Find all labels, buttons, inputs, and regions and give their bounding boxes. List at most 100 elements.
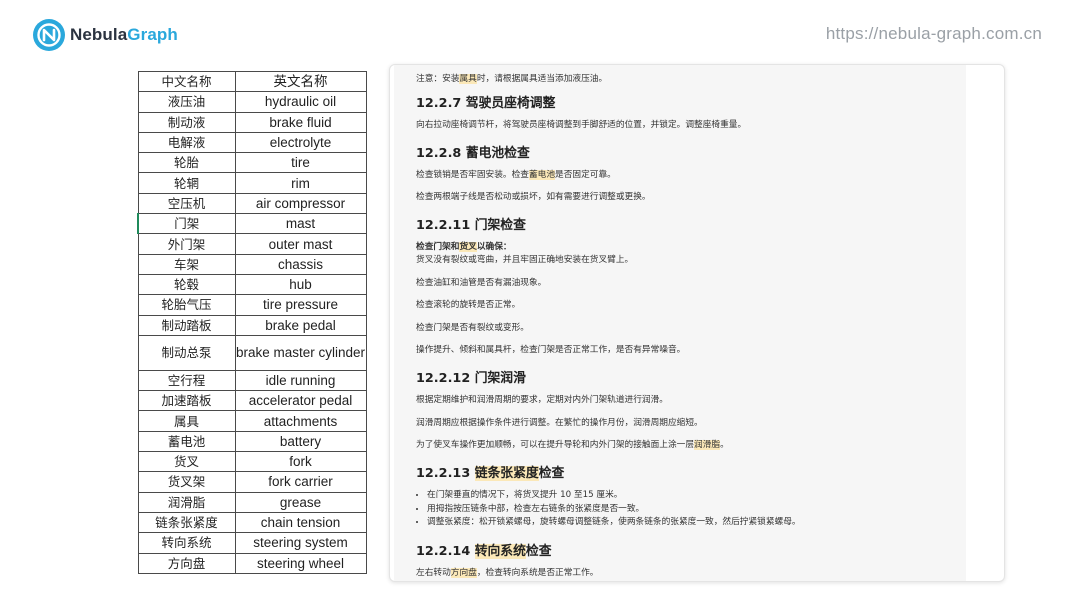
nebula-logo-icon: [33, 19, 65, 51]
column-header-en: 英文名称: [234, 70, 367, 93]
term-en: attachments: [234, 410, 367, 432]
term-en: brake fluid: [234, 111, 367, 133]
term-cn: 液压油: [137, 91, 236, 113]
text-span: ，检查转向系统是否正常工作。: [476, 567, 599, 578]
brand-logo: NebulaGraph: [32, 17, 178, 53]
column-header-cn: 中文名称: [137, 70, 236, 93]
table-row: 外门架 outer mast: [137, 233, 367, 255]
highlight: 属具: [459, 74, 477, 84]
list-item: 在门架垂直的情况下，将货叉提升 10 至15 厘米。: [427, 489, 964, 503]
section-heading: 12.2.13 链条张紧度检查: [416, 466, 964, 482]
paragraph: 货叉没有裂纹或弯曲，并且牢固正确地安装在货叉臂上。: [416, 255, 634, 265]
term-en: idle running: [234, 369, 367, 392]
text-span: 左右转动: [416, 567, 451, 578]
table-row: 制动踏板 brake pedal: [137, 314, 367, 336]
highlight: 转向系统: [474, 543, 526, 559]
term-cn: 货叉: [137, 451, 236, 473]
term-en: brake master cylinder: [234, 334, 367, 371]
table-row: 液压油 hydraulic oil: [137, 91, 367, 113]
term-en: fork: [234, 451, 367, 473]
bullet-list: 在门架垂直的情况下，将货叉提升 10 至15 厘米。 用拇指按压链条中部，检查左…: [416, 489, 964, 530]
term-en: chain tension: [234, 511, 367, 534]
section-heading: 12.2.14 转向系统检查: [416, 543, 964, 560]
text-span: 时，请根据属具适当添加液压油。: [476, 74, 608, 84]
table-row: 轮毂 hub: [137, 273, 367, 296]
table-row: 货叉 fork: [137, 451, 367, 473]
text-span: 检查: [525, 543, 552, 559]
term-cn: 属具: [137, 410, 236, 432]
table-row: 转向系统 steering system: [137, 532, 367, 554]
term-cn: 货叉架: [137, 471, 236, 493]
paragraph: 操作提升、倾斜和属具杆，检查门架是否正常工作，是否有异常噪音。: [416, 345, 686, 355]
install-note: 注意：安装属具时，请根据属具适当添加液压油。: [416, 73, 964, 86]
paragraph: 左右转动方向盘，检查转向系统是否正常工作。: [416, 567, 964, 580]
term-en: battery: [234, 430, 367, 453]
section-heading: 12.2.8 蓄电池检查: [416, 145, 530, 161]
table-row: 蓄电池 battery: [137, 430, 367, 453]
term-cn: 加速踏板: [137, 390, 236, 412]
paragraph: 检查两根端子线是否松动或损坏，如有需要进行调整或更换。: [416, 192, 651, 202]
paragraph: 检查锁销是否牢固安装。检查蓄电池是否固定可靠。: [416, 169, 964, 182]
term-en: air compressor: [234, 192, 367, 215]
section-heading: 12.2.7 驾驶员座椅调整: [416, 95, 556, 111]
table-row: 方向盘 steering wheel: [137, 552, 367, 574]
text-span: 为了使叉车操作更加顺畅，可以在提升导轮和内外门架的接触面上涂一层: [416, 440, 694, 450]
logo-text: NebulaGraph: [70, 25, 178, 45]
text-span: 检查: [538, 466, 565, 481]
table-row: 链条张紧度 chain tension: [137, 511, 367, 534]
term-en: outer mast: [234, 233, 367, 255]
table-row: 轮辋 rim: [137, 172, 367, 194]
term-cn: 转向系统: [137, 532, 236, 554]
term-cn: 电解液: [137, 131, 236, 154]
term-cn: 链条张紧度: [137, 511, 236, 534]
paragraph: 根据定期维护和润滑周期的要求，定期对内外门架轨道进行润滑。: [416, 395, 668, 405]
text-span: 12.2.14: [416, 543, 475, 559]
term-cn: 门架: [137, 213, 236, 235]
term-en: fork carrier: [234, 471, 367, 493]
paragraph: 检查油缸和油管是否有漏油现象。: [416, 277, 547, 288]
term-cn: 外门架: [137, 233, 236, 255]
paragraph: 检查门架是否有裂纹或变形。: [416, 322, 529, 333]
text-span: 注意：安装: [416, 74, 460, 84]
table-row: 空行程 idle running: [137, 369, 367, 392]
term-cn: 轮毂: [137, 273, 236, 296]
table-row: 货叉架 fork carrier: [137, 471, 367, 493]
table-row: 轮胎气压 tire pressure: [137, 294, 367, 316]
term-cn: 润滑脂: [137, 491, 236, 513]
section-heading: 12.2.12 门架润滑: [416, 371, 526, 386]
table-row: 车架 chassis: [137, 253, 367, 275]
term-cn: 轮辋: [137, 172, 236, 194]
list-item: 用拇指按压链条中部，检查左右链条的张紧度是否一致。: [427, 503, 964, 517]
term-en: grease: [234, 491, 367, 513]
paragraph: 向右拉动座椅调节杆，将驾驶员座椅调整到手脚舒适的位置，并锁定。调整座椅重量。: [416, 119, 747, 130]
term-cn: 空压机: [137, 192, 236, 215]
highlight: 润滑脂: [694, 440, 721, 450]
text-span: 检查锁销是否牢固安装。检查: [416, 169, 529, 180]
text-span: 检查门架和: [416, 242, 460, 252]
highlight: 链条张紧度: [474, 466, 539, 481]
section-heading: 12.2.11 门架检查: [416, 218, 526, 233]
site-url[interactable]: https://nebula-graph.com.cn: [826, 24, 1042, 44]
highlight: 货叉: [459, 242, 477, 252]
highlight: 方向盘: [450, 567, 477, 578]
table-row: 润滑脂 grease: [137, 491, 367, 513]
term-cn: 轮胎气压: [137, 294, 236, 316]
term-en: brake pedal: [234, 314, 367, 336]
table-row: 属具 attachments: [137, 410, 367, 432]
list-item: 调整张紧度：松开锁紧螺母，旋转螺母调整链条，使两条链条的张紧度一致，然后拧紧锁紧…: [427, 516, 964, 530]
table-row: 电解液 electrolyte: [137, 131, 367, 154]
term-en: chassis: [234, 253, 367, 275]
table-row: 加速踏板 accelerator pedal: [137, 390, 367, 412]
term-en: mast: [234, 213, 367, 235]
manual-excerpt-card: 注意：安装属具时，请根据属具适当添加液压油。 12.2.7 驾驶员座椅调整 向右…: [389, 64, 1005, 582]
table-row: 轮胎 tire: [137, 152, 367, 174]
term-cn: 制动液: [137, 111, 236, 133]
table-row: 制动总泵 brake master cylinder: [137, 334, 367, 371]
text-span: 12.2.13: [416, 466, 475, 481]
logo-text-accent: Graph: [127, 25, 178, 44]
glossary-header-row: 中文名称 英文名称: [137, 70, 367, 93]
paragraph: 润滑周期应根据操作条件进行调整。在繁忙的操作月份，润滑周期应缩短。: [416, 417, 703, 428]
manual-content: 注意：安装属具时，请根据属具适当添加液压油。 12.2.7 驾驶员座椅调整 向右…: [416, 73, 964, 581]
paragraph-lead: 检查门架和货叉以确保：: [416, 241, 964, 254]
term-en: tire pressure: [234, 294, 367, 316]
